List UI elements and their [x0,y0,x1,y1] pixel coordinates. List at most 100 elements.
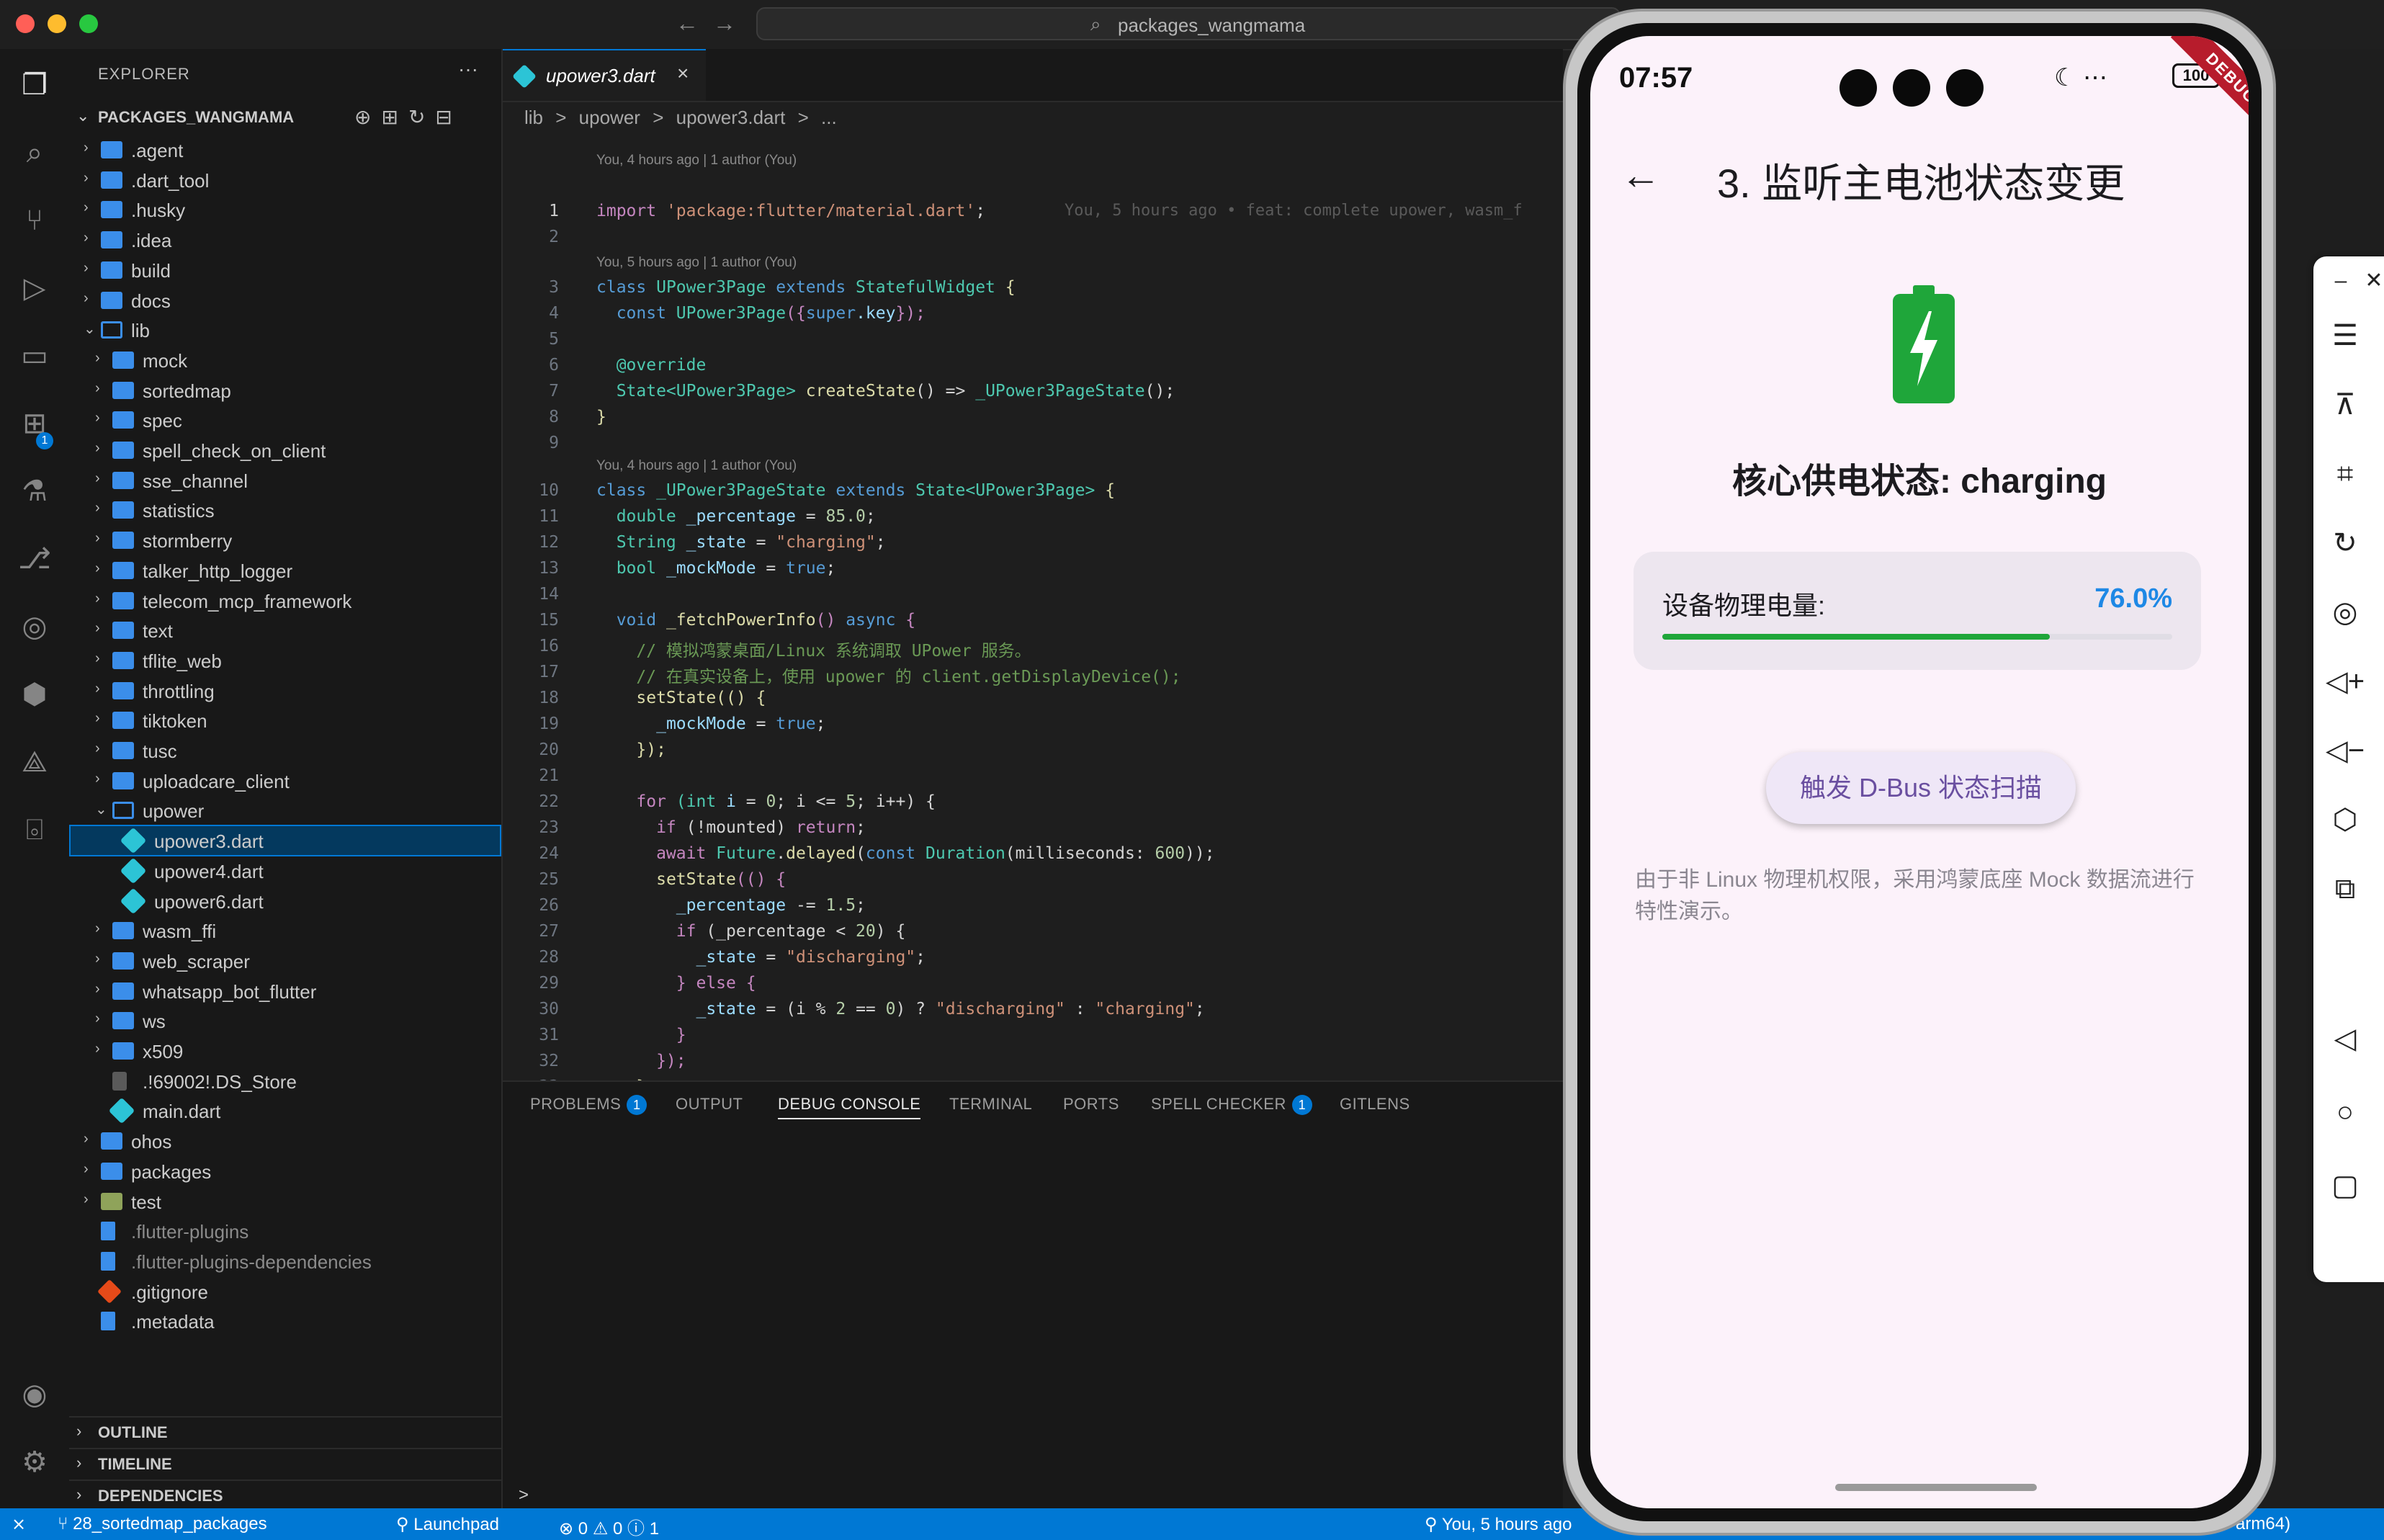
tree-item[interactable]: › packages [69,1155,501,1187]
refresh-icon[interactable]: ↻ [408,106,435,128]
back-arrow-icon[interactable]: ← [1621,151,1661,198]
tree-item[interactable]: › tflite_web [69,645,501,676]
breadcrumb-file[interactable]: upower3.dart [676,107,786,128]
tree-item[interactable]: › sortedmap [69,375,501,406]
tree-item[interactable]: › text [69,614,501,646]
tree-item[interactable]: › x509 [69,1035,501,1067]
tree-item[interactable]: › ws [69,1005,501,1037]
volume-down-icon[interactable]: ◁− [2325,730,2365,771]
tree-item[interactable]: ⌄ upower [69,794,501,826]
explorer-icon[interactable]: ❐ [16,66,53,104]
tree-item[interactable]: › mock [69,344,501,376]
home-icon[interactable]: ○ [2325,1092,2365,1132]
tree-item[interactable]: › telecom_mcp_framework [69,585,501,617]
breadcrumb-upower[interactable]: upower [579,107,640,128]
tree-item[interactable]: › ohos [69,1125,501,1157]
tree-item[interactable]: › .dart_tool [69,164,501,196]
tree-item[interactable]: .flutter-plugins-dependencies [69,1245,501,1277]
close-icon[interactable]: × [677,62,689,85]
tree-item[interactable]: › .husky [69,194,501,225]
tree-item[interactable]: › statistics [69,494,501,526]
tree-item[interactable]: › docs [69,285,501,316]
console-prompt[interactable]: > [519,1485,529,1505]
flutter-icon[interactable]: ⟁ [16,743,53,781]
new-folder-icon[interactable]: ⊞ [381,106,408,128]
forward-arrow-icon[interactable]: → [713,10,736,37]
timeline-section[interactable]: › TIMELINE [69,1448,501,1479]
tree-item[interactable]: › throttling [69,675,501,707]
more-actions-icon[interactable]: ··· [458,58,478,81]
tab-gitlens[interactable]: GITLENS [1340,1095,1410,1114]
window-close-button[interactable] [16,14,35,33]
problems-indicator[interactable]: ⊗ 0 ⚠ 0 ⓘ 1 [559,1514,659,1539]
window-minimize-button[interactable] [48,14,66,33]
tree-item[interactable]: › test [69,1186,501,1217]
tab-spell-checker[interactable]: SPELL CHECKER 1 [1151,1095,1312,1115]
tab-terminal[interactable]: TERMINAL [949,1095,1032,1114]
launchpad-item[interactable]: ⚲ Launchpad [396,1514,499,1535]
blame-indicator[interactable]: ⚲ You, 5 hours ago [1425,1514,1572,1535]
testing-icon[interactable]: ⚗ [16,473,53,510]
tree-item[interactable]: upower4.dart [69,855,501,887]
search-icon[interactable]: ⌕ [16,134,53,171]
tree-item[interactable]: › stormberry [69,524,501,556]
volume-up-icon[interactable]: ◁+ [2325,661,2365,702]
tree-item[interactable]: upower3.dart [69,825,501,857]
tree-item[interactable]: › talker_http_logger [69,555,501,586]
tree-item[interactable]: › spec [69,404,501,436]
menu-icon[interactable]: ☰ [2325,315,2365,356]
branch-indicator[interactable]: ⑂ 28_sortedmap_packages [58,1514,267,1534]
home-indicator[interactable] [1835,1484,2037,1491]
tree-item[interactable]: › wasm_ffi [69,915,501,946]
close-icon[interactable]: ✕ [2354,261,2384,301]
tab-problems[interactable]: PROBLEMS 1 [530,1095,647,1115]
tab-debug-console[interactable]: DEBUG CONSOLE [778,1095,921,1119]
containers-icon[interactable]: ⬢ [16,676,53,713]
gitlens-icon[interactable]: ⎇ [16,540,53,578]
tab-upower3-dart[interactable]: upower3.dart × [503,49,706,101]
collapse-all-icon[interactable]: ⊟ [435,106,462,128]
tree-item[interactable]: › .idea [69,224,501,256]
codelens-author[interactable]: You, 4 hours ago | 1 author (You) [596,153,797,174]
tree-item[interactable]: › tusc [69,735,501,766]
tree-item[interactable]: ⌄ lib [69,314,501,346]
back-icon[interactable]: ◁ [2325,1019,2365,1059]
tree-item[interactable]: upower6.dart [69,885,501,917]
tree-item[interactable]: .metadata [69,1305,501,1337]
tree-item[interactable]: .flutter-plugins [69,1215,501,1247]
run-debug-icon[interactable]: ▷ [16,269,53,307]
gitlens-inspect-icon[interactable]: ◎ [16,608,53,645]
tree-item[interactable]: › .agent [69,134,501,166]
tree-item[interactable]: › sse_channel [69,465,501,496]
tree-item[interactable]: › uploadcare_client [69,765,501,797]
codelens-author[interactable]: You, 5 hours ago | 1 author (You) [596,255,797,277]
dependencies-section[interactable]: › DEPENDENCIES [69,1479,501,1511]
window-maximize-button[interactable] [79,14,98,33]
source-control-icon[interactable]: ⑂ [16,202,53,239]
command-center-search[interactable]: ⌕ packages_wangmama [756,7,1621,40]
tree-item[interactable]: › spell_check_on_client [69,434,501,466]
recents-icon[interactable]: ▢ [2325,1165,2365,1206]
codelens-author[interactable]: You, 4 hours ago | 1 author (You) [596,458,797,480]
tree-item[interactable]: .gitignore [69,1276,501,1307]
tree-item[interactable]: .!69002!.DS_Store [69,1065,501,1097]
project-root-row[interactable]: ⌄ PACKAGES_WANGMAMA ⊕⊞↻⊟ [69,102,501,134]
remote-indicator[interactable]: ⨯ [12,1514,26,1535]
scan-icon[interactable]: ⌻ [16,811,53,849]
tab-output[interactable]: OUTPUT [676,1095,743,1114]
rotate-icon[interactable]: ↻ [2325,523,2365,563]
multi-screen-icon[interactable]: ⧉ [2325,869,2365,909]
settings-gear-icon[interactable]: ⚙ [16,1443,53,1481]
tab-ports[interactable]: PORTS [1063,1095,1119,1114]
tree-item[interactable]: › tiktoken [69,704,501,736]
breadcrumb-symbol[interactable]: ... [821,107,837,128]
dbus-scan-button[interactable]: 触发 D-Bus 状态扫描 [1766,752,2076,824]
remote-explorer-icon[interactable]: ▭ [16,337,53,375]
pin-icon[interactable]: ⊼ [2325,385,2365,425]
accounts-icon[interactable]: ◉ [16,1376,53,1413]
back-arrow-icon[interactable]: ← [676,10,699,37]
outline-section[interactable]: › OUTLINE [69,1416,501,1448]
screenshot-icon[interactable]: ◎ [2325,592,2365,632]
tree-item[interactable]: › web_scraper [69,945,501,977]
tree-item[interactable]: main.dart [69,1095,501,1127]
